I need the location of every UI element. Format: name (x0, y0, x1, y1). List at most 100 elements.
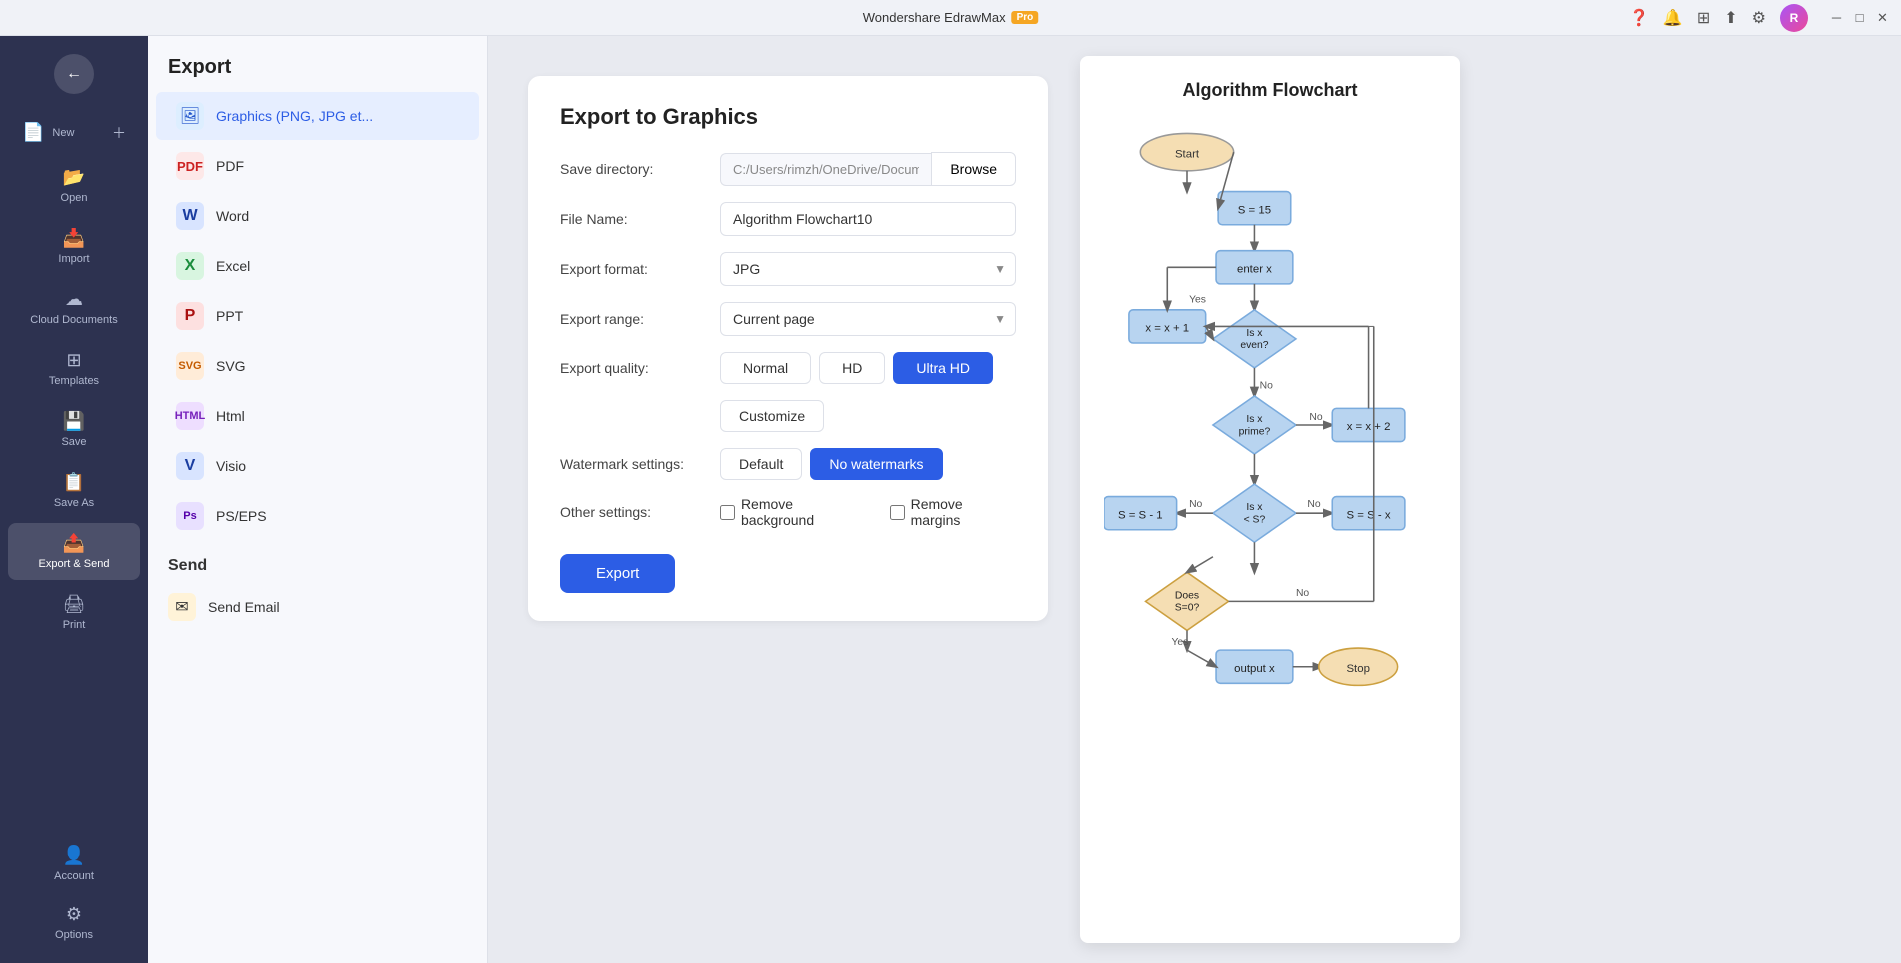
svg-text:S = S - 1: S = S - 1 (1118, 509, 1163, 521)
file-name-label: File Name: (560, 211, 720, 227)
sidebar-bottom: 👤 Account ⚙ Options (0, 833, 148, 953)
remove-margins-checkbox[interactable] (890, 505, 905, 520)
options-icon: ⚙ (66, 904, 82, 925)
save-icon: 💾 (63, 411, 85, 432)
quality-group: Normal HD Ultra HD (720, 352, 1016, 384)
preview-area: Algorithm Flowchart Start S = 15 (1068, 36, 1901, 963)
send-email-label: Send Email (208, 599, 280, 615)
file-name-input[interactable] (720, 202, 1016, 236)
svg-text:Does: Does (1175, 590, 1199, 601)
checkbox-row: Remove background Remove margins (720, 496, 1016, 528)
minimize-button[interactable]: ─ (1830, 11, 1843, 24)
settings-icon[interactable]: ⚙ (1752, 8, 1766, 28)
visio-icon: V (176, 452, 204, 480)
quality-normal-button[interactable]: Normal (720, 352, 811, 384)
preview-title: Algorithm Flowchart (1104, 80, 1436, 101)
export-button-row: Export (560, 544, 1016, 593)
apps-icon[interactable]: ⊞ (1697, 8, 1710, 28)
sidebar-item-templates[interactable]: ⊞ Templates (8, 340, 140, 397)
file-name-control (720, 202, 1016, 236)
back-button[interactable]: ← (54, 54, 94, 94)
export-item-word[interactable]: W Word (156, 192, 479, 240)
svg-text:No: No (1307, 499, 1320, 510)
export-item-graphics[interactable]: 🖼 Graphics (PNG, JPG et... (156, 92, 479, 140)
sidebar-item-import[interactable]: 📥 Import (8, 218, 140, 275)
export-item-html[interactable]: HTML Html (156, 392, 479, 440)
browse-button[interactable]: Browse (931, 152, 1016, 186)
watermark-none-button[interactable]: No watermarks (810, 448, 942, 480)
export-panel-title: Export (148, 36, 487, 91)
graphics-icon: 🖼 (176, 102, 204, 130)
pro-badge: Pro (1012, 11, 1039, 24)
sidebar-item-open[interactable]: 📂 Open (8, 157, 140, 214)
remove-margins-label: Remove margins (911, 496, 1016, 528)
export-item-pseps[interactable]: Ps PS/EPS (156, 492, 479, 540)
maximize-button[interactable]: □ (1853, 11, 1866, 24)
remove-margins-checkbox-label[interactable]: Remove margins (890, 496, 1016, 528)
close-button[interactable]: ✕ (1876, 11, 1889, 24)
svg-text:No: No (1309, 412, 1322, 423)
watermark-row: Watermark settings: Default No watermark… (560, 448, 1016, 480)
export-item-svg[interactable]: SVG SVG (156, 342, 479, 390)
sidebar-item-export[interactable]: 📤 Export & Send (8, 523, 140, 580)
sidebar-item-import-label: Import (58, 253, 89, 265)
svg-text:Start: Start (1175, 148, 1200, 160)
export-range-select[interactable]: Current page All pages Selected items (720, 302, 1016, 336)
remove-background-checkbox[interactable] (720, 505, 735, 520)
export-format-row: Export format: JPG PNG BMP TIFF SVG ▼ (560, 252, 1016, 286)
save-directory-control: Browse (720, 152, 1016, 186)
customize-button[interactable]: Customize (720, 400, 824, 432)
watermark-default-button[interactable]: Default (720, 448, 802, 480)
help-icon[interactable]: ❓ (1629, 8, 1649, 28)
export-item-pdf[interactable]: PDF PDF (156, 142, 479, 190)
quality-ultrahd-button[interactable]: Ultra HD (893, 352, 993, 384)
svg-text:No: No (1296, 588, 1309, 599)
open-icon: 📂 (63, 167, 85, 188)
excel-icon: X (176, 252, 204, 280)
export-format-select[interactable]: JPG PNG BMP TIFF SVG (720, 252, 1016, 286)
sidebar-item-save[interactable]: 💾 Save (8, 401, 140, 458)
svg-text:prime?: prime? (1239, 426, 1271, 437)
send-section-title: Send (148, 541, 487, 583)
app-title-bar: Wondershare EdrawMax Pro (863, 10, 1039, 25)
quality-hd-button[interactable]: HD (819, 352, 885, 384)
avatar[interactable]: R (1780, 4, 1808, 32)
export-item-excel[interactable]: X Excel (156, 242, 479, 290)
svg-text:No: No (1260, 381, 1273, 392)
word-icon: W (176, 202, 204, 230)
export-range-label: Export range: (560, 311, 720, 327)
svg-text:S = 15: S = 15 (1238, 204, 1271, 216)
sidebar-item-print[interactable]: 🖨 Print (8, 584, 140, 641)
sidebar-item-account[interactable]: 👤 Account (8, 835, 140, 892)
export-quality-label: Export quality: (560, 352, 720, 376)
sidebar-item-new[interactable]: 📄 New ＋ (8, 112, 140, 153)
save-as-icon: 📋 (63, 472, 85, 493)
save-directory-input[interactable] (720, 153, 931, 186)
export-button[interactable]: Export (560, 554, 675, 593)
form-title: Export to Graphics (560, 104, 1016, 130)
email-icon: ✉ (168, 593, 196, 621)
html-icon: HTML (176, 402, 204, 430)
svg-text:Stop: Stop (1346, 663, 1369, 675)
svg-text:x = x + 2: x = x + 2 (1347, 421, 1391, 433)
export-item-visio[interactable]: V Visio (156, 442, 479, 490)
send-email-item[interactable]: ✉ Send Email (148, 583, 487, 631)
sidebar-item-export-label: Export & Send (39, 558, 110, 570)
svg-text:Yes: Yes (1171, 637, 1188, 648)
excel-label: Excel (216, 258, 250, 274)
sidebar-item-options[interactable]: ⚙ Options (8, 894, 140, 951)
app-name: Wondershare EdrawMax (863, 10, 1006, 25)
export-item-ppt[interactable]: P PPT (156, 292, 479, 340)
svg-text:Is x: Is x (1246, 502, 1263, 513)
form-and-preview: Export to Graphics Save directory: Brows… (488, 36, 1901, 963)
sidebar-item-save-as[interactable]: 📋 Save As (8, 462, 140, 519)
other-settings-row: Other settings: Remove background Remove… (560, 496, 1016, 528)
pdf-icon: PDF (176, 152, 204, 180)
toolbar-icons: ❓ 🔔 ⊞ ⬆ ⚙ R (1629, 4, 1808, 32)
sidebar-item-cloud[interactable]: ☁ Cloud Documents (8, 279, 140, 336)
notification-icon[interactable]: 🔔 (1663, 8, 1683, 28)
share-icon[interactable]: ⬆ (1724, 8, 1737, 28)
sidebar-item-options-label: Options (55, 929, 93, 941)
remove-background-checkbox-label[interactable]: Remove background (720, 496, 870, 528)
right-area: Export to Graphics Save directory: Brows… (488, 36, 1901, 963)
